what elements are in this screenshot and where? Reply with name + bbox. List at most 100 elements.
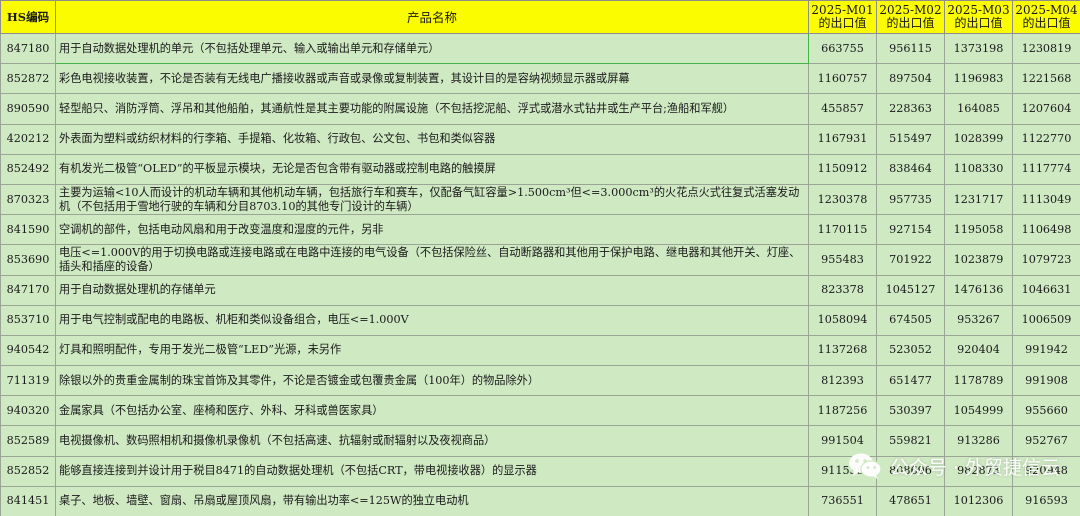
- hs-code-cell[interactable]: 853690: [0, 244, 56, 276]
- hs-code-cell[interactable]: 870323: [0, 183, 56, 216]
- export-m04-cell[interactable]: 1221568: [1012, 63, 1080, 95]
- export-m04-cell[interactable]: 952767: [1012, 425, 1080, 457]
- product-name-cell[interactable]: 用于自动数据处理机的单元（不包括处理单元、输入或输出单元和存储单元）: [55, 32, 809, 65]
- header-hs-code[interactable]: HS编码: [0, 0, 56, 34]
- product-name-cell[interactable]: 用于电气控制或配电的电路板、机柜和类似设备组合，电压<=1.000V: [55, 304, 809, 336]
- export-m02-cell[interactable]: 808696: [876, 455, 945, 487]
- export-m03-cell[interactable]: 1028399: [944, 123, 1013, 155]
- header-m03[interactable]: 2025-M03 的出口值: [944, 0, 1013, 34]
- product-name-cell[interactable]: 空调机的部件，包括电动风扇和用于改变温度和湿度的元件，另非: [55, 214, 809, 246]
- export-m03-cell[interactable]: 1012306: [944, 485, 1013, 516]
- export-m03-cell[interactable]: 982873: [944, 455, 1013, 487]
- export-m01-cell[interactable]: 1058094: [808, 304, 877, 336]
- export-m04-cell[interactable]: 916593: [1012, 485, 1080, 516]
- hs-code-cell[interactable]: 420212: [0, 123, 56, 155]
- export-m04-cell[interactable]: 1207604: [1012, 93, 1080, 125]
- hs-code-cell[interactable]: 940542: [0, 334, 56, 367]
- hs-code-cell[interactable]: 852872: [0, 63, 56, 95]
- hs-code-cell[interactable]: 852852: [0, 455, 56, 487]
- product-name-cell[interactable]: 电压<=1.000V的用于切换电路或连接电路或在电路中连接的电气设备（不包括保险…: [55, 244, 809, 276]
- export-m02-cell[interactable]: 956115: [876, 32, 945, 65]
- export-m02-cell[interactable]: 530397: [876, 395, 945, 427]
- export-m01-cell[interactable]: 455857: [808, 93, 877, 125]
- hs-code-cell[interactable]: 853710: [0, 304, 56, 336]
- export-m04-cell[interactable]: 991908: [1012, 365, 1080, 397]
- product-name-cell[interactable]: 桌子、地板、墙壁、窗扇、吊扇或屋顶风扇，带有输出功率<=125W的独立电动机: [55, 485, 809, 516]
- export-m04-cell[interactable]: 920948: [1012, 455, 1080, 487]
- export-m01-cell[interactable]: 736551: [808, 485, 877, 516]
- export-m04-cell[interactable]: 991942: [1012, 334, 1080, 367]
- header-product-name[interactable]: 产品名称: [55, 0, 809, 34]
- export-m02-cell[interactable]: 478651: [876, 485, 945, 516]
- export-m03-cell[interactable]: 920404: [944, 334, 1013, 367]
- export-m01-cell[interactable]: 663755: [808, 32, 877, 65]
- export-m02-cell[interactable]: 559821: [876, 425, 945, 457]
- export-m04-cell[interactable]: 1046631: [1012, 274, 1080, 306]
- product-name-cell[interactable]: 轻型船只、消防浮筒、浮吊和其他船舶，其通航性是其主要功能的附属设施（不包括挖泥船…: [55, 93, 809, 125]
- export-m04-cell[interactable]: 1113049: [1012, 183, 1080, 216]
- export-m02-cell[interactable]: 523052: [876, 334, 945, 367]
- export-m01-cell[interactable]: 1167931: [808, 123, 877, 155]
- hs-code-cell[interactable]: 841451: [0, 485, 56, 516]
- product-name-cell[interactable]: 金属家具（不包括办公室、座椅和医疗、外科、牙科或兽医家具）: [55, 395, 809, 427]
- product-name-cell[interactable]: 灯具和照明配件，专用于发光二极管“LED”光源，未另作: [55, 334, 809, 367]
- export-m01-cell[interactable]: 812393: [808, 365, 877, 397]
- export-m03-cell[interactable]: 1108330: [944, 153, 1013, 185]
- export-m01-cell[interactable]: 1160757: [808, 63, 877, 95]
- hs-code-cell[interactable]: 847170: [0, 274, 56, 306]
- hs-code-cell[interactable]: 711319: [0, 365, 56, 397]
- export-m03-cell[interactable]: 1231717: [944, 183, 1013, 216]
- export-m04-cell[interactable]: 1079723: [1012, 244, 1080, 276]
- export-m03-cell[interactable]: 1178789: [944, 365, 1013, 397]
- export-m01-cell[interactable]: 911539: [808, 455, 877, 487]
- export-m03-cell[interactable]: 913286: [944, 425, 1013, 457]
- export-m03-cell[interactable]: 953267: [944, 304, 1013, 336]
- export-m01-cell[interactable]: 1137268: [808, 334, 877, 367]
- export-m02-cell[interactable]: 701922: [876, 244, 945, 276]
- product-name-cell[interactable]: 外表面为塑料或纺织材料的行李箱、手提箱、化妆箱、行政包、公文包、书包和类似容器: [55, 123, 809, 155]
- export-m01-cell[interactable]: 1230378: [808, 183, 877, 216]
- hs-code-cell[interactable]: 852589: [0, 425, 56, 457]
- product-name-cell[interactable]: 电视摄像机、数码照相机和摄像机录像机（不包括高速、抗辐射或耐辐射以及夜视商品）: [55, 425, 809, 457]
- export-m04-cell[interactable]: 1117774: [1012, 153, 1080, 185]
- export-m03-cell[interactable]: 1054999: [944, 395, 1013, 427]
- export-m04-cell[interactable]: 1106498: [1012, 214, 1080, 246]
- export-m03-cell[interactable]: 1023879: [944, 244, 1013, 276]
- export-m03-cell[interactable]: 1476136: [944, 274, 1013, 306]
- export-m02-cell[interactable]: 1045127: [876, 274, 945, 306]
- hs-code-cell[interactable]: 890590: [0, 93, 56, 125]
- product-name-cell[interactable]: 主要为运输<10人而设计的机动车辆和其他机动车辆，包括旅行车和赛车，仅配备气缸容…: [55, 183, 809, 216]
- export-m02-cell[interactable]: 228363: [876, 93, 945, 125]
- export-m04-cell[interactable]: 955660: [1012, 395, 1080, 427]
- export-m02-cell[interactable]: 838464: [876, 153, 945, 185]
- product-name-cell[interactable]: 彩色电视接收装置，不论是否装有无线电广播接收器或声音或录像或复制装置，其设计目的…: [55, 63, 809, 95]
- product-name-cell[interactable]: 能够直接连接到并设计用于税目8471的自动数据处理机（不包括CRT，带电视接收器…: [55, 455, 809, 487]
- product-name-cell[interactable]: 除银以外的贵重金属制的珠宝首饰及其零件，不论是否镀金或包覆贵金属（100年）的物…: [55, 365, 809, 397]
- export-m01-cell[interactable]: 991504: [808, 425, 877, 457]
- export-m04-cell[interactable]: 1122770: [1012, 123, 1080, 155]
- export-m02-cell[interactable]: 674505: [876, 304, 945, 336]
- header-m04[interactable]: 2025-M04 的出口值: [1012, 0, 1080, 34]
- hs-code-cell[interactable]: 847180: [0, 32, 56, 65]
- export-m01-cell[interactable]: 1150912: [808, 153, 877, 185]
- hs-code-cell[interactable]: 852492: [0, 153, 56, 185]
- export-m02-cell[interactable]: 957735: [876, 183, 945, 216]
- hs-code-cell[interactable]: 841590: [0, 214, 56, 246]
- export-m03-cell[interactable]: 164085: [944, 93, 1013, 125]
- export-m03-cell[interactable]: 1195058: [944, 214, 1013, 246]
- export-m01-cell[interactable]: 1187256: [808, 395, 877, 427]
- export-m02-cell[interactable]: 651477: [876, 365, 945, 397]
- export-m01-cell[interactable]: 1170115: [808, 214, 877, 246]
- export-m03-cell[interactable]: 1373198: [944, 32, 1013, 65]
- export-m04-cell[interactable]: 1006509: [1012, 304, 1080, 336]
- export-m04-cell[interactable]: 1230819: [1012, 32, 1080, 65]
- product-name-cell[interactable]: 用于自动数据处理机的存储单元: [55, 274, 809, 306]
- export-m02-cell[interactable]: 927154: [876, 214, 945, 246]
- export-m02-cell[interactable]: 515497: [876, 123, 945, 155]
- export-m02-cell[interactable]: 897504: [876, 63, 945, 95]
- hs-code-cell[interactable]: 940320: [0, 395, 56, 427]
- export-m03-cell[interactable]: 1196983: [944, 63, 1013, 95]
- export-m01-cell[interactable]: 823378: [808, 274, 877, 306]
- export-m01-cell[interactable]: 955483: [808, 244, 877, 276]
- product-name-cell[interactable]: 有机发光二极管“OLED”的平板显示模块，无论是否包含带有驱动器或控制电路的触摸…: [55, 153, 809, 185]
